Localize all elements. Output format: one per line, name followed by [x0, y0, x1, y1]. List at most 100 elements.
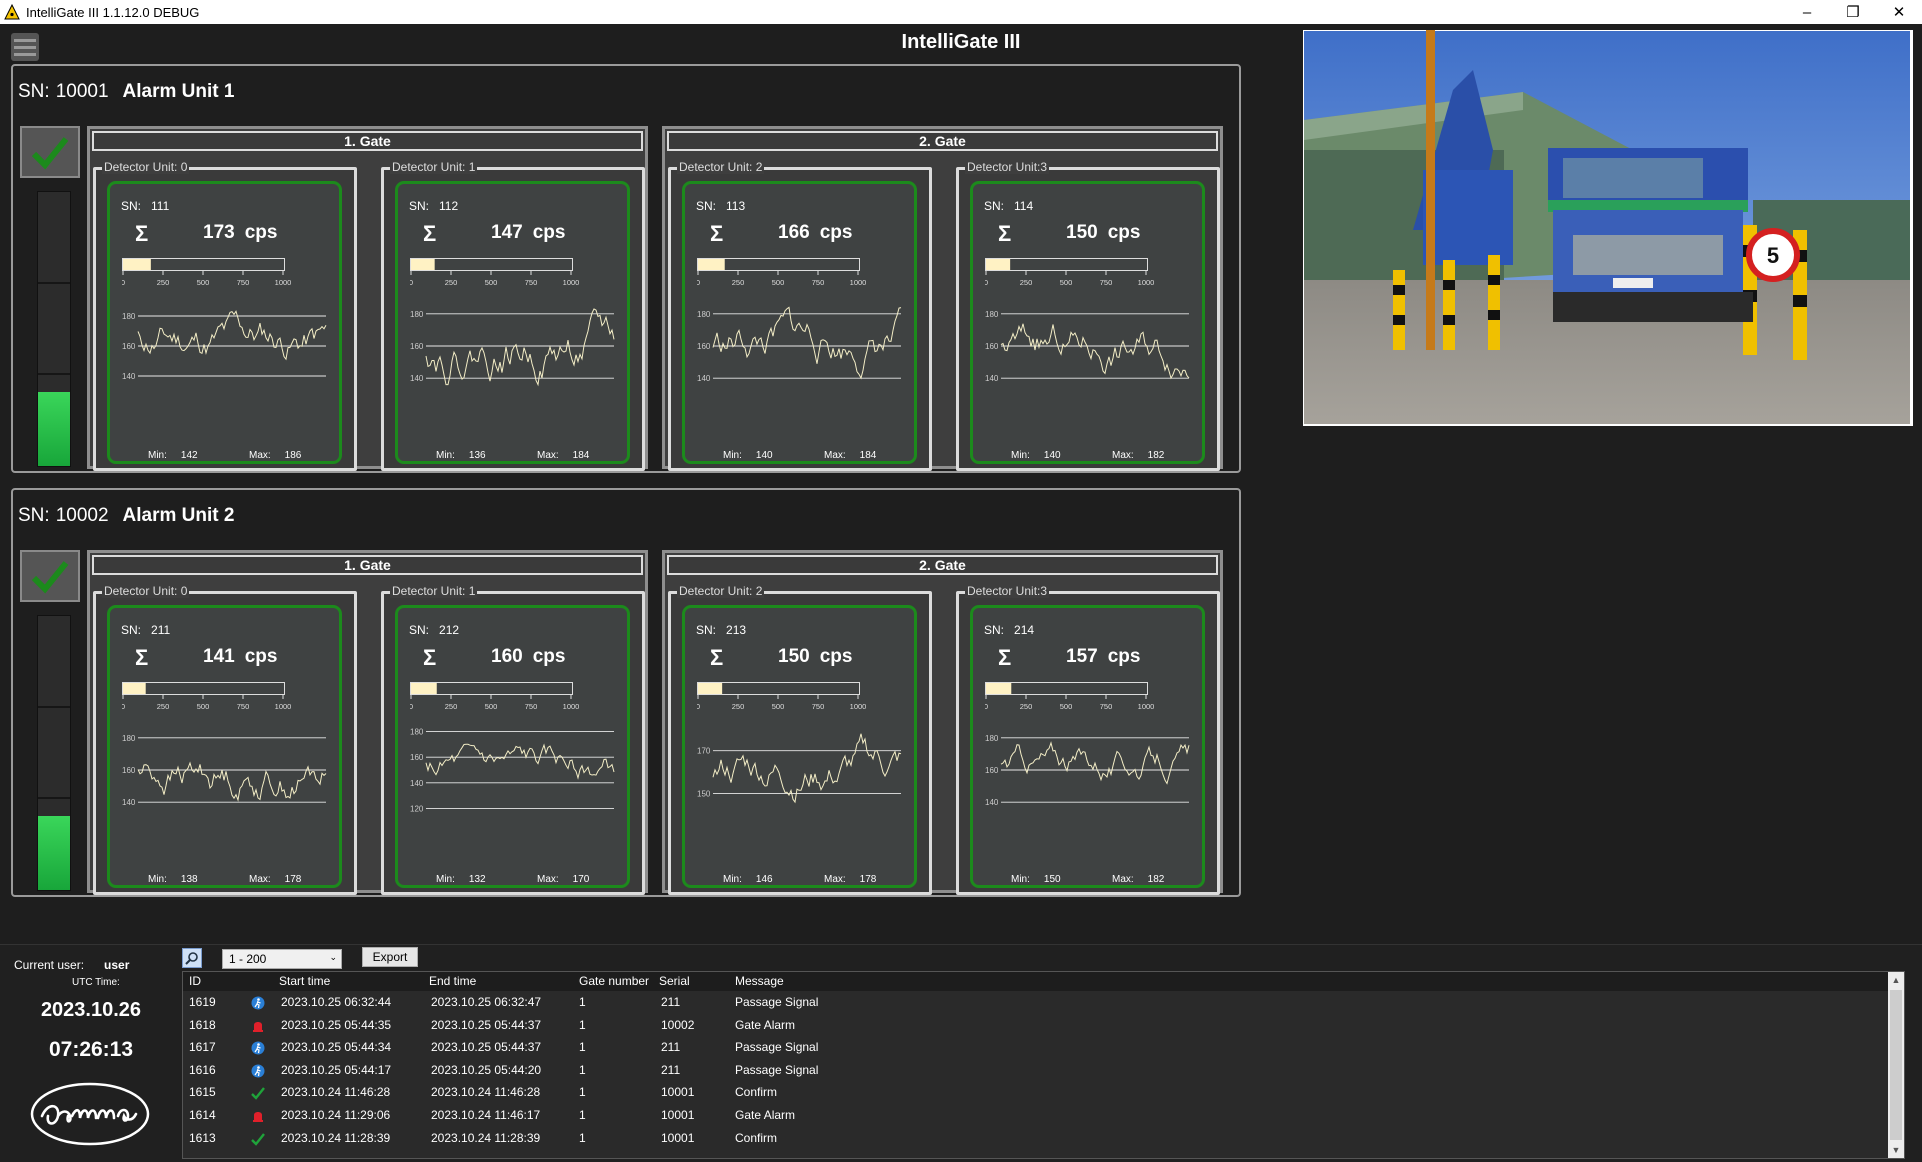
chevron-down-icon: ⌄: [329, 952, 337, 962]
y-tick-label: 180: [985, 310, 999, 319]
table-row[interactable]: 1619 2023.10.25 06:32:44 2023.10.25 06:32:…: [183, 993, 1888, 1015]
detector-card[interactable]: SN: 112 Σ 147 cps 0 250 500 750 1000 180 160 140 Min:…: [395, 181, 630, 464]
scroll-down-icon[interactable]: ▼: [1888, 1142, 1904, 1158]
detector-card[interactable]: SN: 211 Σ 141 cps 0 250 500 750 1000 180 160 140 Min:…: [107, 605, 342, 888]
cell-gate-number: 1: [579, 1085, 586, 1100]
detector-card[interactable]: SN: 214 Σ 157 cps 0 250 500 750 1000 180 160 140 Min:…: [970, 605, 1205, 888]
scale-tick-label: 0: [122, 278, 125, 287]
table-scrollbar[interactable]: ▲ ▼: [1888, 972, 1904, 1158]
sigma-icon: Σ: [423, 645, 437, 670]
scale-tick-label: 250: [1020, 702, 1033, 711]
detector-card[interactable]: SN: 111 Σ 173 cps 0 250 500 750 1000 180 160 140 Min:…: [107, 181, 342, 464]
status-ok-button[interactable]: [20, 550, 80, 602]
cps-unit: cps: [244, 222, 278, 243]
export-button[interactable]: Export: [362, 947, 418, 967]
page-range-select[interactable]: 1 - 200 ⌄: [222, 949, 342, 969]
cell-id: 1614: [189, 1108, 216, 1122]
scale-tick-label: 250: [445, 702, 458, 711]
scale-tick-label: 0: [985, 702, 988, 711]
y-tick-label: 160: [410, 753, 424, 762]
col-gate-number[interactable]: Gate number: [579, 974, 649, 988]
min-value: 132: [468, 874, 486, 885]
sigma-icon: Σ: [710, 221, 724, 246]
detector-card[interactable]: SN: 114 Σ 150 cps 0 250 500 750 1000 180 160 140 Min:…: [970, 181, 1205, 464]
min-label: Min:: [436, 450, 455, 461]
cell-id: 1617: [189, 1040, 216, 1055]
max-value: 170: [572, 874, 590, 885]
detector-min: Min: 150: [1011, 874, 1061, 885]
cell-serial: 10001: [661, 1085, 695, 1100]
detector-sn-value: 213: [726, 623, 747, 637]
alarm-unit-panel: SN: 10002 Alarm Unit 2 1. Gate Detector Unit…: [11, 488, 1241, 897]
close-button[interactable]: ✕: [1876, 0, 1922, 24]
level-divider: [38, 706, 70, 709]
cps-scale-bar: 0 250 500 750 1000: [697, 682, 866, 711]
level-divider: [38, 796, 70, 799]
scale-track: [410, 258, 573, 271]
col-id[interactable]: ID: [189, 974, 201, 988]
unit-header: SN: 10002 Alarm Unit 2: [18, 505, 234, 527]
col-serial[interactable]: Serial: [659, 974, 690, 988]
scroll-up-icon[interactable]: ▲: [1888, 972, 1904, 988]
detector-max: Max: 178: [824, 874, 876, 885]
detector-card[interactable]: SN: 212 Σ 160 cps 0 250 500 750 1000 180 160 140 120 M…: [395, 605, 630, 888]
restore-button[interactable]: ❐: [1830, 0, 1876, 24]
cell-end-time: 2023.10.24 11:28:39: [431, 1130, 541, 1145]
detector-unit: Detector Unit: 2 SN: 113 Σ 166 cps 0 250 500 750 1…: [668, 160, 932, 471]
scale-fill: [986, 259, 1011, 270]
col-start-time[interactable]: Start time: [279, 974, 330, 988]
cps-value: 166: [778, 222, 810, 243]
cell-serial: 211: [661, 995, 681, 1009]
table-row[interactable]: 1614 2023.10.24 11:29:06 2023.10.24 11:46:…: [183, 1106, 1888, 1128]
camera-feed: 5: [1303, 30, 1913, 426]
detector-card[interactable]: SN: 113 Σ 166 cps 0 250 500 750 1000 180 160 140 Min:…: [682, 181, 917, 464]
cps-unit: cps: [1107, 222, 1141, 243]
scale-tick-label: 1000: [275, 278, 292, 287]
table-row[interactable]: 1613 2023.10.24 11:28:39 2023.10.24 11:28:…: [183, 1129, 1888, 1151]
min-label: Min:: [148, 874, 167, 885]
unit-sn: SN: 10001: [18, 81, 109, 103]
y-tick-label: 160: [410, 342, 424, 351]
minimize-button[interactable]: –: [1784, 0, 1830, 24]
cps-unit: cps: [532, 646, 566, 667]
detector-sn-label: SN:: [696, 623, 717, 637]
cps-unit: cps: [532, 222, 566, 243]
scroll-thumb[interactable]: [1890, 990, 1902, 1140]
col-end-time[interactable]: End time: [429, 974, 476, 988]
table-row[interactable]: 1618 2023.10.25 05:44:35 2023.10.25 05:44:…: [183, 1016, 1888, 1038]
unit-name: Alarm Unit 2: [122, 505, 235, 526]
detector-sn: SN: 114: [984, 199, 1033, 213]
table-row[interactable]: 1615 2023.10.24 11:46:28 2023.10.24 11:46:…: [183, 1083, 1888, 1105]
search-icon[interactable]: [182, 948, 202, 968]
col-message[interactable]: Message: [735, 974, 784, 988]
detector-card[interactable]: SN: 213 Σ 150 cps 0 250 500 750 1000 170 150 Min: 146…: [682, 605, 917, 888]
scale-tick-label: 500: [485, 702, 498, 711]
table-row[interactable]: 1616 2023.10.25 05:44:17 2023.10.25 05:44:…: [183, 1061, 1888, 1083]
detector-label: Detector Unit: 0: [102, 160, 190, 174]
cell-id: 1615: [189, 1085, 216, 1100]
detector-sn: SN: 111: [121, 199, 169, 213]
scale-tick-label: 500: [197, 278, 210, 287]
table-row[interactable]: 1617 2023.10.25 05:44:34 2023.10.25 05:44:…: [183, 1038, 1888, 1060]
min-label: Min:: [436, 874, 455, 885]
gamma-logo: [30, 1082, 150, 1146]
detector-sn-value: 212: [439, 623, 460, 637]
unit-sn-value: 10001: [55, 81, 109, 102]
detector-cps: 147 cps: [491, 222, 565, 244]
detector-label: Detector Unit:3: [965, 584, 1050, 598]
cps-value: 147: [491, 222, 523, 243]
cell-serial: 211: [661, 1062, 681, 1077]
cell-gate-number: 1: [579, 1130, 586, 1145]
detector-max: Max: 184: [537, 450, 589, 461]
status-ok-button[interactable]: [20, 126, 80, 178]
level-divider: [38, 282, 70, 285]
scale-tick-label: 0: [697, 702, 700, 711]
detector-sn-label: SN:: [409, 199, 430, 213]
y-tick-label: 140: [122, 798, 136, 807]
cell-message: Confirm: [735, 1130, 778, 1145]
gate-panel: 2. Gate Detector Unit: 2 SN: 113 Σ 166 cps 0 250…: [662, 126, 1223, 471]
sigma-icon: Σ: [710, 645, 724, 670]
y-tick-label: 180: [697, 310, 711, 319]
min-value: 150: [1043, 874, 1061, 885]
cps-unit: cps: [244, 646, 278, 667]
